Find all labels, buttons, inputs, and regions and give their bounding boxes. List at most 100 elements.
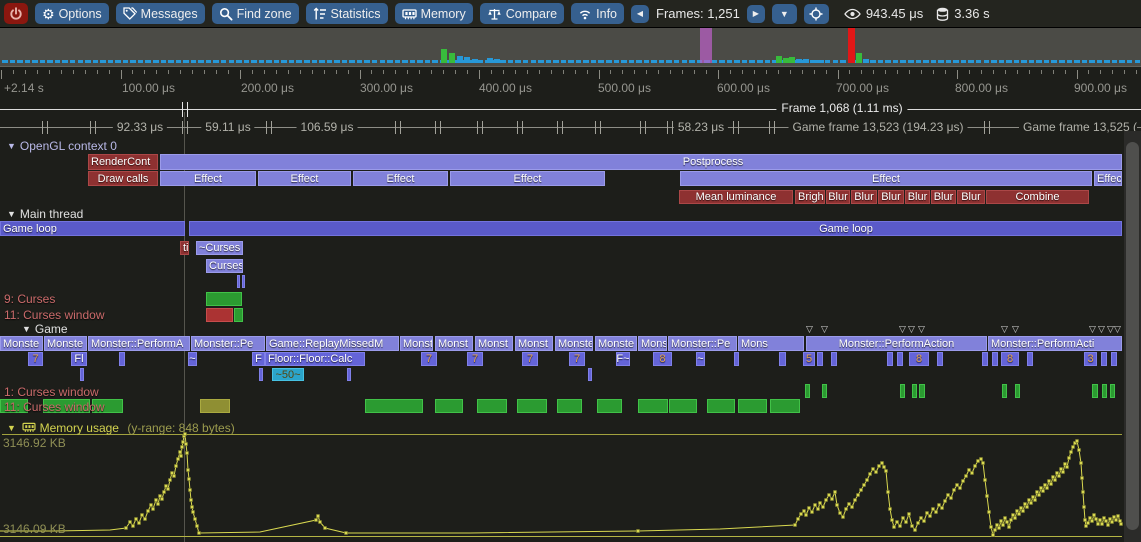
game-subzone2[interactable]: ~50~	[272, 368, 304, 381]
frame-bar[interactable]	[176, 60, 182, 63]
frame-bar[interactable]	[25, 60, 31, 63]
frame-bar[interactable]	[1127, 60, 1133, 63]
vertical-scrollbar[interactable]	[1124, 131, 1141, 542]
frame-bar[interactable]	[938, 60, 944, 63]
frame-bar[interactable]	[811, 60, 817, 63]
frame-bar[interactable]	[776, 56, 782, 63]
frame-bar[interactable]	[357, 60, 363, 63]
frame-bar[interactable]	[334, 60, 340, 63]
game-frame-label[interactable]: 106.59 μs	[297, 120, 358, 134]
main-thread-subzone3[interactable]	[237, 275, 240, 288]
game-subzone[interactable]	[1027, 352, 1033, 366]
frame-bar[interactable]	[682, 60, 688, 63]
frame-bar[interactable]	[138, 60, 144, 63]
gpu-subzone[interactable]: Blur	[826, 190, 850, 204]
frame-bar[interactable]	[380, 60, 386, 63]
frame-bar[interactable]	[629, 60, 635, 63]
gpu-subzone[interactable]: Blur	[957, 190, 985, 204]
game-frame-label[interactable]: Game frame 13,523 (194.23 μs)	[789, 120, 968, 134]
gpu-zone[interactable]: Effect	[258, 171, 351, 186]
gpu-subzone[interactable]: Brigh	[795, 190, 825, 204]
game-zone[interactable]: Monst	[475, 336, 513, 351]
frame-bar[interactable]	[1119, 60, 1125, 63]
game-subzone2[interactable]	[259, 368, 263, 381]
frame-bar[interactable]	[10, 60, 16, 63]
frame-bar[interactable]	[621, 60, 627, 63]
main-thread-subzone[interactable]: ~Curses	[196, 241, 243, 255]
message-marker-icon[interactable]: ▽	[1098, 325, 1105, 334]
frame-bar[interactable]	[508, 60, 514, 63]
frame-bar[interactable]	[206, 60, 212, 63]
message-marker-icon[interactable]: ▽	[1012, 325, 1019, 334]
game-subzone[interactable]: 3	[1084, 352, 1097, 366]
frame-bar[interactable]	[395, 60, 401, 63]
lock-1-game-bar[interactable]	[1092, 384, 1098, 398]
frame-bar[interactable]	[689, 60, 695, 63]
lock-1-game-bar[interactable]	[1110, 384, 1115, 398]
frame-bar[interactable]	[62, 60, 68, 63]
frame-bar[interactable]	[908, 60, 914, 63]
main-thread-subzone2[interactable]: Curses	[206, 259, 243, 273]
lock-1-game-bar[interactable]	[805, 384, 810, 398]
game-subzone[interactable]: ~	[696, 352, 705, 366]
frame-bar[interactable]	[923, 60, 929, 63]
frame-bar[interactable]	[825, 60, 831, 63]
game-subzone[interactable]: 7	[421, 352, 437, 366]
messages-button[interactable]: Messages	[116, 3, 205, 24]
frame-bar[interactable]	[1044, 60, 1050, 63]
frame-bar[interactable]	[614, 60, 620, 63]
gpu-zone[interactable]: Effect	[450, 171, 605, 186]
goto-frame-button[interactable]	[804, 4, 829, 24]
frame-bar[interactable]	[487, 58, 493, 63]
frame-bar[interactable]	[168, 60, 174, 63]
frame-bar[interactable]	[606, 60, 612, 63]
frame-bar[interactable]	[327, 60, 333, 63]
main-thread-zone[interactable]: Game loop	[189, 221, 1122, 236]
gpu-frame-zone[interactable]: RenderCont	[88, 154, 158, 170]
frame-bar[interactable]	[789, 57, 795, 63]
frame-bar[interactable]	[17, 60, 23, 63]
frame-bar[interactable]	[818, 60, 824, 63]
frame-bar[interactable]	[666, 60, 672, 63]
frame-bar[interactable]	[281, 60, 287, 63]
game-subzone[interactable]: 8	[909, 352, 929, 366]
lock-11-game-bar[interactable]	[517, 399, 547, 413]
lock-11-bar[interactable]	[234, 308, 243, 322]
gpu-subzone[interactable]: Blur	[905, 190, 930, 204]
gpu-zone[interactable]: Effec	[1094, 171, 1122, 186]
game-zone[interactable]: Monste	[0, 336, 43, 351]
game-zone[interactable]: Monste	[555, 336, 593, 351]
lock-11-game-bar[interactable]	[770, 399, 800, 413]
frame-bar[interactable]	[1006, 60, 1012, 63]
frame-bar[interactable]	[727, 60, 733, 63]
game-subzone[interactable]	[887, 352, 893, 366]
game-subzone[interactable]	[119, 352, 125, 366]
frame-bar[interactable]	[259, 60, 265, 63]
game-subzone[interactable]: 7	[522, 352, 538, 366]
frame-bar[interactable]	[742, 60, 748, 63]
game-frame-label[interactable]: Game frame 13,525 (	[1019, 120, 1137, 134]
gpu-subzone[interactable]: Blur	[851, 190, 877, 204]
gpu-subzone[interactable]: Blur	[931, 190, 956, 204]
prev-frame-button[interactable]: ◀	[631, 5, 649, 23]
game-subzone[interactable]	[982, 352, 988, 366]
frame-bar[interactable]	[55, 60, 61, 63]
game-subzone[interactable]: 7	[569, 352, 585, 366]
frame-bar[interactable]	[183, 60, 189, 63]
game-subzone[interactable]: 5	[803, 352, 815, 366]
frame-bar[interactable]	[319, 60, 325, 63]
frame-bar[interactable]	[848, 27, 855, 63]
frame-bar[interactable]	[863, 59, 869, 63]
options-button[interactable]: ⚙ Options	[35, 3, 109, 24]
frame-set-dropdown-button[interactable]: ▼	[772, 4, 797, 24]
message-marker-icon[interactable]: ▽	[899, 325, 906, 334]
frame-bar[interactable]	[100, 60, 106, 63]
frame-bar[interactable]	[1135, 60, 1141, 63]
lock-11-game-bar[interactable]	[200, 399, 230, 413]
game-subzone[interactable]: 7	[28, 352, 43, 366]
frame-bar[interactable]	[1097, 60, 1103, 63]
frame-bar[interactable]	[123, 60, 129, 63]
message-marker-icon[interactable]: ▽	[1089, 325, 1096, 334]
game-subzone[interactable]: 7	[467, 352, 483, 366]
game-zone[interactable]: Monst	[400, 336, 433, 351]
